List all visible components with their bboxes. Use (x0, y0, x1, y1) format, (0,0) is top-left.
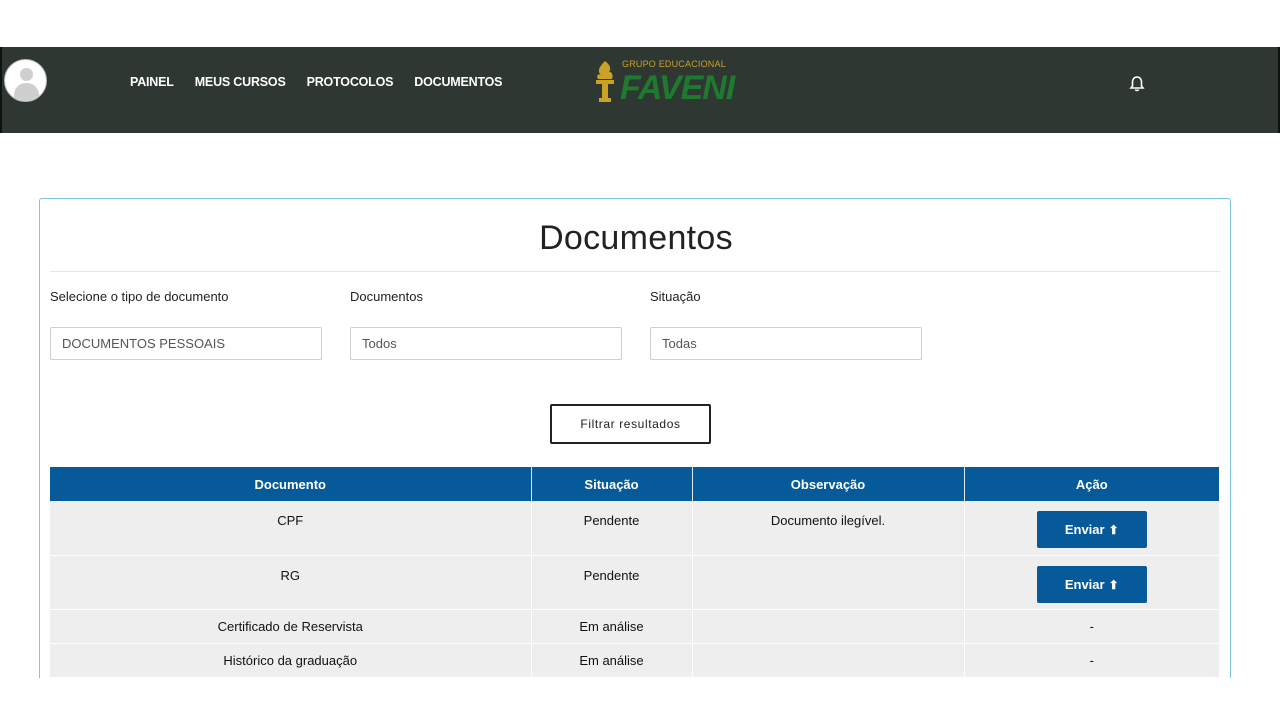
tipo-label: Selecione o tipo de documento (50, 289, 229, 304)
documentos-label: Documentos (350, 289, 423, 304)
cell-documento: Certificado de Reservista (50, 609, 532, 644)
filter-results-button[interactable]: Filtrar resultados (550, 404, 711, 444)
bell-icon[interactable] (1129, 75, 1145, 93)
logo-subtitle: GRUPO EDUCACIONAL (622, 59, 726, 69)
main-nav: PAINEL MEUS CURSOS PROTOCOLOS DOCUMENTOS (130, 75, 503, 89)
brand-logo[interactable]: GRUPO EDUCACIONAL FAVENI (592, 55, 742, 107)
cell-situacao: Em análise (531, 609, 693, 644)
table-row: Certificado de Reservista Em análise - (50, 609, 1219, 644)
cell-documento: RG (50, 555, 532, 610)
avatar-head-icon (20, 68, 33, 81)
send-label: Enviar (1064, 522, 1105, 537)
situacao-label: Situação (650, 289, 701, 304)
documents-table: Documento Situação Observação Ação CPF P… (50, 467, 1219, 678)
avatar[interactable] (4, 59, 47, 102)
col-observacao: Observação (692, 467, 965, 501)
cell-observacao (692, 609, 965, 644)
nav-meus-cursos[interactable]: MEUS CURSOS (195, 75, 286, 89)
col-documento: Documento (50, 467, 532, 501)
send-label: Enviar (1064, 576, 1105, 592)
cell-observacao: Documento ilegível. (692, 501, 965, 556)
situacao-select[interactable]: Todas (650, 327, 922, 360)
documentos-select[interactable]: Todos (350, 327, 622, 360)
avatar-body-icon (14, 83, 39, 101)
cell-documento: CPF (50, 501, 532, 556)
logo-title: FAVENI (620, 69, 735, 107)
nav-protocolos[interactable]: PROTOCOLOS (307, 75, 394, 89)
nav-documentos[interactable]: DOCUMENTOS (414, 75, 502, 89)
cell-situacao: Em análise (531, 643, 693, 678)
page-title: Documentos (539, 219, 733, 257)
cell-acao: - (964, 643, 1219, 678)
torch-icon (596, 61, 614, 102)
top-navbar: PAINEL MEUS CURSOS PROTOCOLOS DOCUMENTOS… (0, 47, 1280, 133)
table-row: Histórico da graduação Em análise - (50, 643, 1219, 678)
upload-icon: ⬆ (1108, 523, 1119, 537)
cell-situacao: Pendente (531, 555, 693, 610)
cell-acao: - (964, 609, 1219, 644)
cell-situacao: Pendente (531, 501, 693, 556)
table-header-row: Documento Situação Observação Ação (50, 467, 1219, 501)
nav-painel[interactable]: PAINEL (130, 75, 174, 89)
col-situacao: Situação (531, 467, 693, 501)
title-divider (50, 271, 1220, 272)
col-acao: Ação (964, 467, 1219, 501)
upload-icon: ⬆ (1108, 577, 1119, 592)
cell-observacao (692, 555, 965, 610)
cell-observacao (692, 643, 965, 678)
table-row: RG Pendente Enviar ⬆ (50, 555, 1219, 610)
tipo-select[interactable]: DOCUMENTOS PESSOAIS (50, 327, 322, 360)
cell-documento: Histórico da graduação (50, 643, 532, 678)
send-button[interactable]: Enviar ⬆ (1036, 565, 1147, 603)
cell-acao: Enviar ⬆ (964, 501, 1219, 556)
cell-acao: Enviar ⬆ (964, 555, 1219, 610)
table-row: CPF Pendente Documento ilegível. Enviar ⬆ (50, 501, 1219, 556)
send-button[interactable]: Enviar ⬆ (1036, 511, 1147, 548)
